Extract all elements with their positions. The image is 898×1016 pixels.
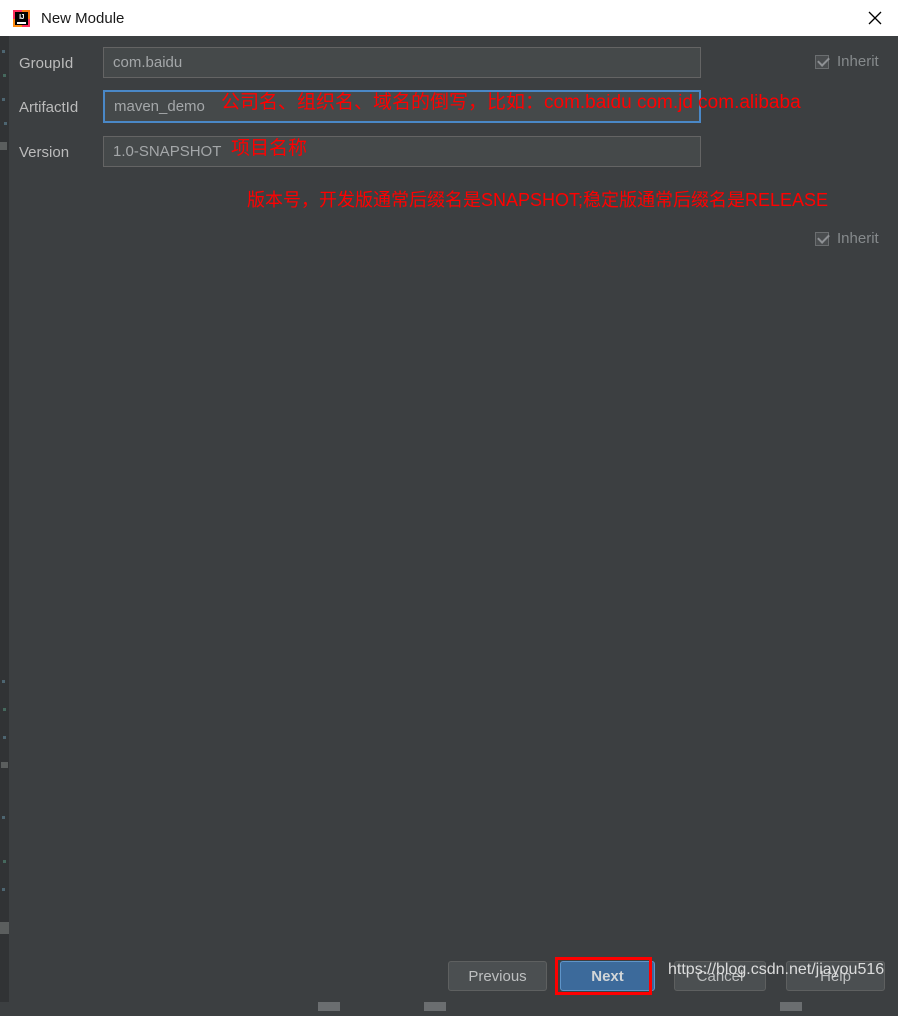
version-inherit-label: Inherit (837, 230, 879, 247)
groupid-label: GroupId (19, 47, 73, 81)
close-icon[interactable] (852, 0, 898, 36)
dialog-title: New Module (41, 10, 124, 27)
form-row-version: Version 1.0-SNAPSHOT Inherit (9, 136, 898, 170)
dialog-titlebar: IJ New Module (0, 0, 898, 36)
previous-button[interactable]: Previous (448, 961, 547, 991)
form-row-groupid: GroupId com.baidu Inherit (9, 47, 898, 81)
form-row-artifactid: ArtifactId maven_demo (9, 91, 898, 125)
version-input[interactable]: 1.0-SNAPSHOT (103, 136, 701, 167)
app-icon-letters: IJ (19, 14, 24, 21)
groupid-inherit-label: Inherit (837, 53, 879, 70)
version-inherit-checkbox[interactable]: Inherit (815, 230, 879, 247)
checkbox-checked-icon (815, 55, 829, 69)
next-button[interactable]: Next (560, 961, 655, 991)
version-value: 1.0-SNAPSHOT (113, 143, 221, 160)
background-ide-sliver-left (0, 36, 9, 1016)
artifactid-input[interactable]: maven_demo (103, 90, 701, 123)
annotation-version: 版本号，开发版通常后缀名是SNAPSHOT;稳定版通常后缀名是RELEASE (247, 186, 828, 212)
intellij-idea-icon: IJ (13, 10, 30, 27)
new-module-dialog-window: IJ New Module GroupId com.baidu Inherit … (0, 0, 898, 1016)
checkbox-checked-icon (815, 232, 829, 246)
watermark-url: https://blog.csdn.net/jiayou516 (668, 961, 884, 979)
artifactid-value: maven_demo (114, 98, 205, 115)
background-ide-strip-bottom (0, 1002, 898, 1016)
groupid-input[interactable]: com.baidu (103, 47, 701, 78)
version-label: Version (19, 136, 69, 170)
groupid-inherit-checkbox[interactable]: Inherit (815, 53, 879, 70)
groupid-value: com.baidu (113, 54, 182, 71)
artifactid-label: ArtifactId (19, 91, 78, 125)
dialog-content: GroupId com.baidu Inherit ArtifactId mav… (9, 36, 898, 1002)
